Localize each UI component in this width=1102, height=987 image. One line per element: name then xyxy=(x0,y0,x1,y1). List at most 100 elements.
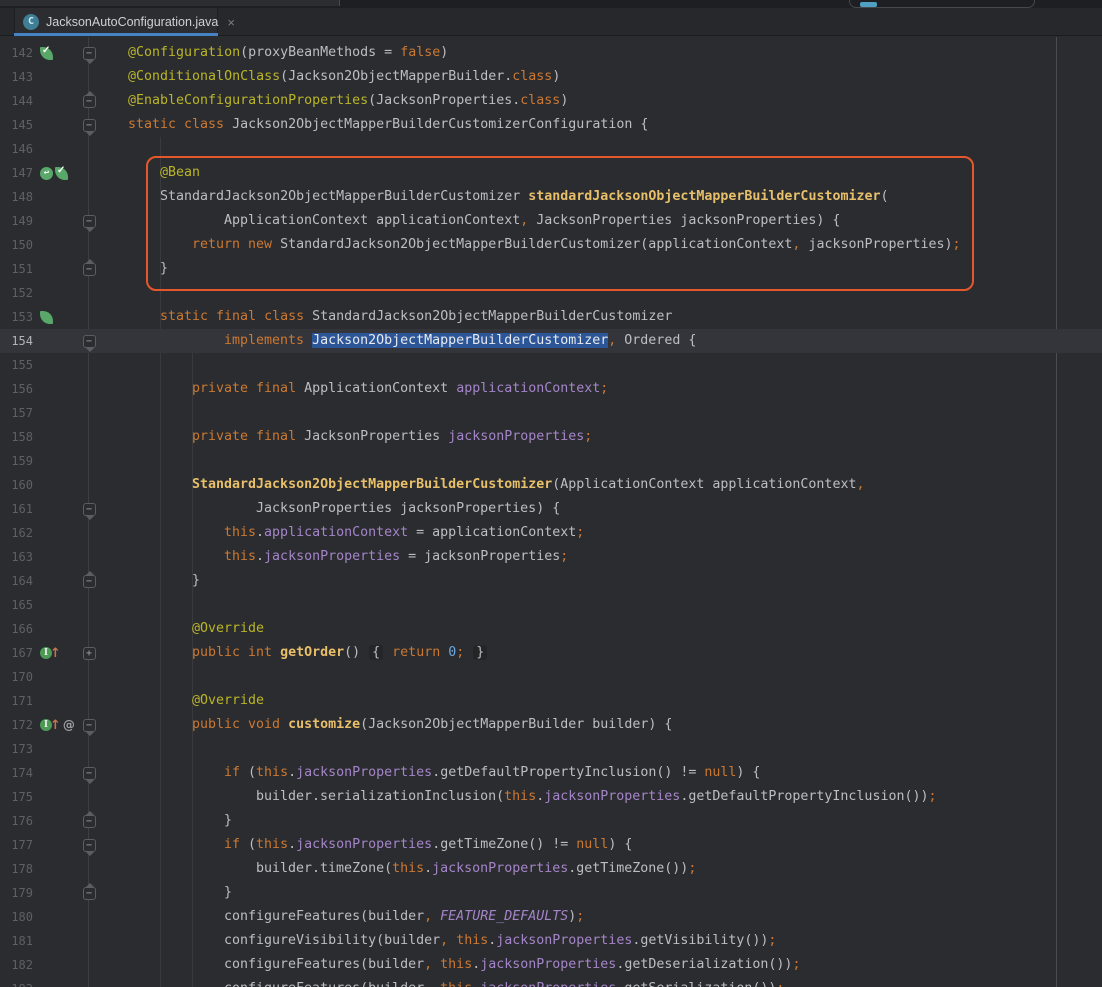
code-line-144[interactable]: 144−@EnableConfigurationProperties(Jacks… xyxy=(0,89,1102,113)
line-number[interactable]: 143 xyxy=(0,65,36,89)
tab-jackson-auto-configuration[interactable]: C JacksonAutoConfiguration.java × xyxy=(14,8,218,36)
code-line-148[interactable]: 148StandardJackson2ObjectMapperBuilderCu… xyxy=(0,185,1102,209)
line-number[interactable]: 144 xyxy=(0,89,36,113)
code-line-151[interactable]: 151−} xyxy=(0,257,1102,281)
code-line-146[interactable]: 146 xyxy=(0,137,1102,161)
line-number[interactable]: 182 xyxy=(0,953,36,977)
line-number[interactable]: 172 xyxy=(0,713,36,737)
code-line-154[interactable]: 154−implements Jackson2ObjectMapperBuild… xyxy=(0,329,1102,353)
fold-marker-open[interactable]: − xyxy=(83,47,96,60)
code-line-155[interactable]: 155 xyxy=(0,353,1102,377)
line-number[interactable]: 164 xyxy=(0,569,36,593)
code-line-174[interactable]: 174−if (this.jacksonProperties.getDefaul… xyxy=(0,761,1102,785)
bean-navigate-icon[interactable]: ↩ xyxy=(40,167,53,180)
line-number[interactable]: 156 xyxy=(0,377,36,401)
line-number[interactable]: 181 xyxy=(0,929,36,953)
line-number[interactable]: 147 xyxy=(0,161,36,185)
toolbar-search-box-sliver[interactable] xyxy=(849,0,1035,8)
overrides-method-icon[interactable]: I↑ xyxy=(40,719,61,732)
line-number[interactable]: 153 xyxy=(0,305,36,329)
code-line-178[interactable]: 178builder.timeZone(this.jacksonProperti… xyxy=(0,857,1102,881)
code-line-159[interactable]: 159 xyxy=(0,449,1102,473)
line-number[interactable]: 173 xyxy=(0,737,36,761)
line-number[interactable]: 151 xyxy=(0,257,36,281)
line-number[interactable]: 160 xyxy=(0,473,36,497)
line-number[interactable]: 166 xyxy=(0,617,36,641)
fold-marker-open[interactable]: − xyxy=(83,767,96,780)
line-number[interactable]: 183 xyxy=(0,977,36,987)
code-line-165[interactable]: 165 xyxy=(0,593,1102,617)
line-number[interactable]: 171 xyxy=(0,689,36,713)
code-line-143[interactable]: 143@ConditionalOnClass(Jackson2ObjectMap… xyxy=(0,65,1102,89)
code-line-161[interactable]: 161−JacksonProperties jacksonProperties)… xyxy=(0,497,1102,521)
line-number[interactable]: 154 xyxy=(0,329,36,353)
code-line-156[interactable]: 156private final ApplicationContext appl… xyxy=(0,377,1102,401)
fold-marker-close[interactable]: − xyxy=(83,95,96,108)
line-number[interactable]: 158 xyxy=(0,425,36,449)
code-line-182[interactable]: 182configureFeatures(builder, this.jacks… xyxy=(0,953,1102,977)
line-number[interactable]: 165 xyxy=(0,593,36,617)
line-number[interactable]: 148 xyxy=(0,185,36,209)
line-number[interactable]: 142 xyxy=(0,41,36,65)
annotation-icon[interactable]: @ xyxy=(63,719,75,732)
code-line-164[interactable]: 164−} xyxy=(0,569,1102,593)
code-line-142[interactable]: 142✓−@Configuration(proxyBeanMethods = f… xyxy=(0,41,1102,65)
line-number[interactable]: 152 xyxy=(0,281,36,305)
code-line-179[interactable]: 179−} xyxy=(0,881,1102,905)
code-line-173[interactable]: 173 xyxy=(0,737,1102,761)
fold-marker-open[interactable]: − xyxy=(83,719,96,732)
fold-marker-open[interactable]: − xyxy=(83,839,96,852)
line-number[interactable]: 179 xyxy=(0,881,36,905)
code-line-167[interactable]: 167I↑+public int getOrder() { return 0; … xyxy=(0,641,1102,665)
fold-marker-open[interactable]: − xyxy=(83,335,96,348)
line-number[interactable]: 146 xyxy=(0,137,36,161)
line-number[interactable]: 150 xyxy=(0,233,36,257)
fold-marker-close[interactable]: − xyxy=(83,887,96,900)
line-number[interactable]: 177 xyxy=(0,833,36,857)
code-line-160[interactable]: 160StandardJackson2ObjectMapperBuilderCu… xyxy=(0,473,1102,497)
code-line-177[interactable]: 177−if (this.jacksonProperties.getTimeZo… xyxy=(0,833,1102,857)
code-line-157[interactable]: 157 xyxy=(0,401,1102,425)
line-number[interactable]: 170 xyxy=(0,665,36,689)
code-line-153[interactable]: 153static final class StandardJackson2Ob… xyxy=(0,305,1102,329)
line-number[interactable]: 162 xyxy=(0,521,36,545)
code-line-171[interactable]: 171@Override xyxy=(0,689,1102,713)
spring-bean-check-icon[interactable]: ✓ xyxy=(55,167,68,180)
code-line-158[interactable]: 158private final JacksonProperties jacks… xyxy=(0,425,1102,449)
tab-close-icon[interactable]: × xyxy=(227,15,235,30)
line-number[interactable]: 180 xyxy=(0,905,36,929)
code-line-180[interactable]: 180configureFeatures(builder, FEATURE_DE… xyxy=(0,905,1102,929)
line-number[interactable]: 157 xyxy=(0,401,36,425)
fold-marker-open[interactable]: − xyxy=(83,215,96,228)
code-line-170[interactable]: 170 xyxy=(0,665,1102,689)
code-line-181[interactable]: 181configureVisibility(builder, this.jac… xyxy=(0,929,1102,953)
code-line-149[interactable]: 149−ApplicationContext applicationContex… xyxy=(0,209,1102,233)
code-line-162[interactable]: 162this.applicationContext = application… xyxy=(0,521,1102,545)
code-editor[interactable]: 142✓−@Configuration(proxyBeanMethods = f… xyxy=(0,37,1102,987)
line-number[interactable]: 149 xyxy=(0,209,36,233)
fold-marker-close[interactable]: − xyxy=(83,263,96,276)
spring-bean-icon[interactable] xyxy=(40,311,53,324)
code-line-163[interactable]: 163this.jacksonProperties = jacksonPrope… xyxy=(0,545,1102,569)
code-line-183[interactable]: 183configureFeatures(builder, this.jacks… xyxy=(0,977,1102,987)
code-line-150[interactable]: 150return new StandardJackson2ObjectMapp… xyxy=(0,233,1102,257)
line-number[interactable]: 163 xyxy=(0,545,36,569)
code-line-172[interactable]: 172I↑@−public void customize(Jackson2Obj… xyxy=(0,713,1102,737)
line-number[interactable]: 175 xyxy=(0,785,36,809)
line-number[interactable]: 159 xyxy=(0,449,36,473)
overrides-method-icon[interactable]: I↑ xyxy=(40,647,61,660)
line-number[interactable]: 167 xyxy=(0,641,36,665)
line-number[interactable]: 174 xyxy=(0,761,36,785)
fold-marker-close[interactable]: − xyxy=(83,575,96,588)
fold-marker-open[interactable]: − xyxy=(83,119,96,132)
code-line-166[interactable]: 166@Override xyxy=(0,617,1102,641)
line-number[interactable]: 161 xyxy=(0,497,36,521)
code-line-145[interactable]: 145−static class Jackson2ObjectMapperBui… xyxy=(0,113,1102,137)
code-line-152[interactable]: 152 xyxy=(0,281,1102,305)
code-line-175[interactable]: 175builder.serializationInclusion(this.j… xyxy=(0,785,1102,809)
line-number[interactable]: 145 xyxy=(0,113,36,137)
line-number[interactable]: 155 xyxy=(0,353,36,377)
line-number[interactable]: 176 xyxy=(0,809,36,833)
fold-marker-close[interactable]: − xyxy=(83,815,96,828)
spring-bean-check-icon[interactable]: ✓ xyxy=(40,47,53,60)
